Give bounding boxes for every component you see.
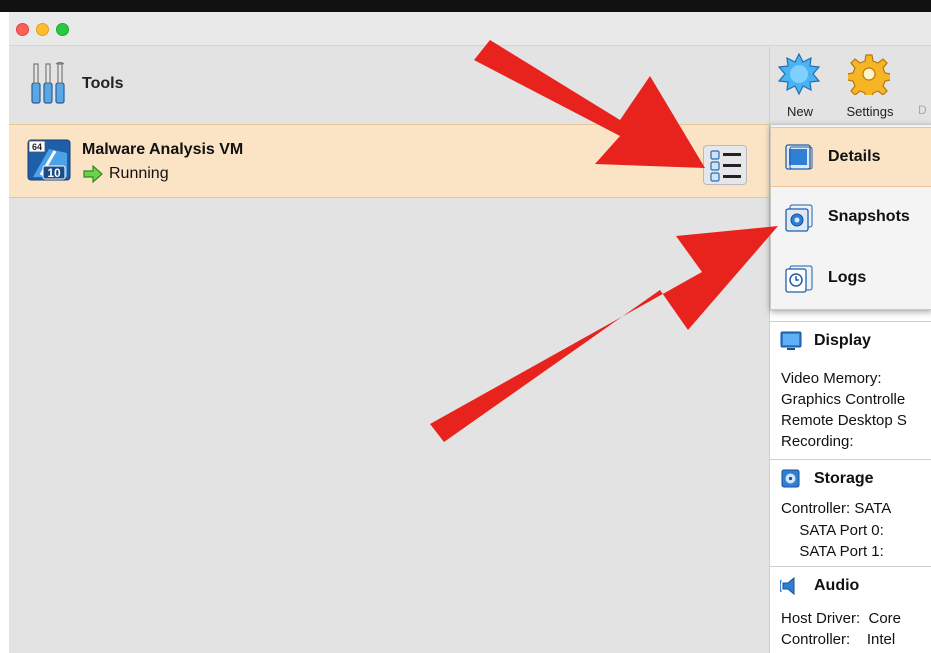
machine-tools-popup-menu: Details Snapshots Logs [770, 124, 931, 310]
new-label: New [786, 104, 813, 119]
main-toolbar: New Settings D [770, 47, 931, 124]
storage-line: SATA Port 1: [791, 543, 884, 560]
display-line: Remote Desktop S [781, 412, 907, 429]
close-window-button[interactable] [16, 23, 29, 36]
minimize-window-button[interactable] [36, 23, 49, 36]
details-window-icon [785, 144, 813, 170]
tools-item[interactable]: Tools [9, 47, 769, 124]
storage-line: Controller: SATA [781, 500, 892, 517]
windows-10-64-os-icon: 64 10 [27, 139, 71, 181]
logs-label: Logs [828, 269, 867, 286]
snapshots-label: Snapshots [828, 208, 910, 225]
speaker-icon [780, 576, 795, 596]
details-label: Details [828, 148, 881, 165]
list-menu-icon [710, 150, 741, 182]
running-arrow-icon [83, 165, 103, 183]
audio-line: Controller: Intel [781, 631, 896, 648]
new-vm-button[interactable]: New [770, 53, 830, 119]
settings-label: Settings [846, 104, 894, 119]
camera-snapshot-icon [785, 204, 813, 232]
display-line: Recording: [781, 433, 854, 450]
display-monitor-icon [780, 331, 802, 350]
display-line: Graphics Controlle [781, 391, 906, 408]
vm-list-item[interactable]: 64 10 Malware Analysis VM Running [9, 124, 769, 198]
menu-item-details[interactable]: Details [771, 127, 931, 187]
gear-icon [848, 54, 890, 95]
menu-item-snapshots[interactable]: Snapshots [771, 188, 931, 248]
machine-details-panel: New Settings D Display Video Memory: Gra… [769, 47, 931, 653]
display-section: Display Video Memory: Graphics Controlle… [770, 321, 931, 459]
virtualbox-window: Tools 64 10 Malware Analysis VM Running [9, 12, 931, 653]
display-line: Video Memory: [781, 370, 882, 387]
storage-section: Storage Controller: SATA SATA Port 0: SA… [770, 459, 931, 566]
top-edge [0, 0, 931, 12]
vm-name: Malware Analysis VM [82, 141, 244, 158]
settings-button[interactable]: Settings [840, 53, 900, 119]
title-bar [9, 12, 931, 46]
new-starburst-icon [778, 53, 820, 95]
vm-status: Running [109, 165, 169, 182]
menu-item-logs[interactable]: Logs [771, 249, 931, 309]
zoom-window-button[interactable] [56, 23, 69, 36]
tools-label: Tools [82, 75, 124, 92]
logs-clock-icon [785, 265, 813, 293]
machine-tools-menu-button[interactable] [703, 145, 747, 185]
tools-icon [31, 61, 65, 104]
os-version-badge: 10 [47, 166, 61, 180]
audio-title: Audio [814, 577, 860, 594]
audio-section: Audio Host Driver: Core Controller: Inte… [770, 566, 931, 653]
storage-disk-icon [781, 469, 800, 488]
display-title: Display [814, 332, 871, 349]
audio-line: Host Driver: Core [781, 610, 902, 627]
storage-line: SATA Port 0: [791, 522, 884, 539]
os-bitness-badge: 64 [32, 142, 42, 152]
storage-title: Storage [814, 470, 874, 487]
discard-button-clipped[interactable]: D [918, 103, 927, 117]
